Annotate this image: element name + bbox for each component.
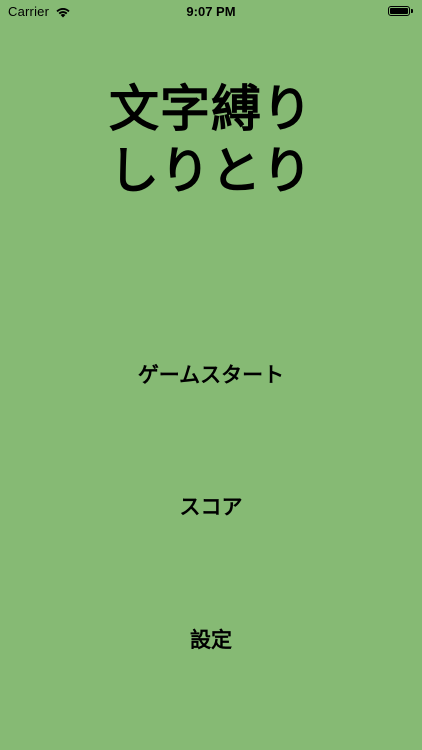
- app-title-line-1: 文字縛り: [109, 80, 313, 138]
- score-button[interactable]: スコア: [0, 493, 422, 521]
- settings-button[interactable]: 設定: [0, 626, 422, 654]
- app-title: 文字縛り しりとり: [0, 78, 422, 202]
- status-bar: Carrier 9:07 PM: [0, 0, 422, 24]
- battery-body: [388, 6, 410, 16]
- battery-icon: [388, 5, 414, 17]
- battery-cap: [411, 9, 413, 13]
- status-time: 9:07 PM: [186, 4, 236, 19]
- app-title-line-2: しりとり: [109, 142, 313, 200]
- battery-level: [390, 8, 408, 14]
- start-game-button[interactable]: ゲームスタート: [0, 361, 422, 389]
